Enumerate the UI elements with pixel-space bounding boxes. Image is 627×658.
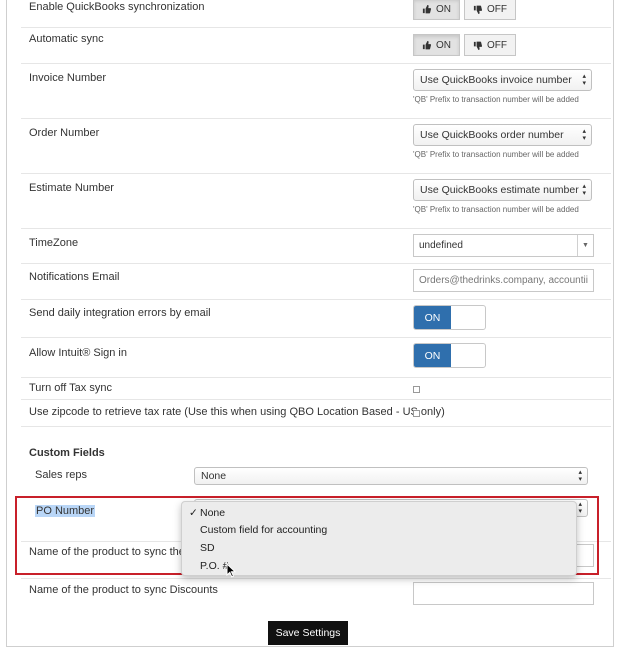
setting-row-timezone: TimeZone undefined ▼ xyxy=(21,228,611,264)
po-number-dropdown-menu: ✓ None Custom field for accounting SD P.… xyxy=(181,501,577,576)
dropdown-option-po[interactable]: P.O. # xyxy=(182,557,576,574)
auto-sync-off-button[interactable]: OFF xyxy=(464,34,516,56)
custom-fields-section: Custom Fields xyxy=(21,426,611,462)
custom-field-row-sales-reps: Sales reps None ▴ ▾ xyxy=(21,462,611,491)
setting-row-tax-sync: Turn off Tax sync xyxy=(21,377,611,400)
thumbs-down-icon xyxy=(473,41,482,50)
auto-sync-on-button[interactable]: ON xyxy=(413,34,460,56)
setting-row-notifications-email: Notifications Email Orders@thedrinks.com… xyxy=(21,263,611,300)
enable-sync-off-label: OFF xyxy=(487,3,507,15)
timezone-value: undefined xyxy=(419,240,463,251)
enable-sync-on-label: ON xyxy=(436,3,451,15)
estimate-number-hint: 'QB' Prefix to transaction number will b… xyxy=(413,205,579,214)
auto-sync-on-label: ON xyxy=(436,39,451,51)
custom-fields-title: Custom Fields xyxy=(29,447,105,459)
estimate-number-value: Use QuickBooks estimate number xyxy=(420,184,579,196)
order-number-hint: 'QB' Prefix to transaction number will b… xyxy=(413,150,579,159)
timezone-label: TimeZone xyxy=(29,237,79,249)
invoice-number-value: Use QuickBooks invoice number xyxy=(420,74,572,86)
tax-sync-checkbox[interactable] xyxy=(413,386,420,393)
zipcode-checkbox[interactable] xyxy=(413,410,420,417)
thumbs-down-icon xyxy=(473,5,482,14)
timezone-select[interactable]: undefined ▼ xyxy=(413,234,594,257)
daily-errors-switch[interactable]: ON xyxy=(413,305,486,330)
setting-row-enable-sync: Enable QuickBooks synchronization ON OFF xyxy=(21,0,611,28)
shipping-product-label: Name of the product to sync the Shi xyxy=(29,546,204,558)
mouse-cursor-icon xyxy=(226,563,236,578)
setting-row-auto-sync: Automatic sync ON OFF xyxy=(21,27,611,64)
tax-sync-label: Turn off Tax sync xyxy=(29,382,112,394)
auto-sync-off-label: OFF xyxy=(487,39,507,51)
thumbs-up-icon xyxy=(422,4,431,13)
select-arrows-icon: ▴ ▾ xyxy=(582,128,586,142)
dropdown-option-none[interactable]: ✓ None xyxy=(182,504,576,521)
po-number-label: PO Number xyxy=(35,505,96,517)
intuit-signin-switch[interactable]: ON xyxy=(413,343,486,368)
setting-row-order-number: Order Number Use QuickBooks order number… xyxy=(21,118,611,174)
daily-errors-label: Send daily integration errors by email xyxy=(29,307,211,319)
notifications-email-value: Orders@thedrinks.company, accountii xyxy=(419,275,588,286)
setting-row-daily-errors: Send daily integration errors by email O… xyxy=(21,299,611,338)
setting-row-zipcode: Use zipcode to retrieve tax rate (Use th… xyxy=(21,399,611,427)
invoice-number-hint: 'QB' Prefix to transaction number will b… xyxy=(413,95,579,104)
estimate-number-label: Estimate Number xyxy=(29,182,114,194)
sales-reps-value: None xyxy=(201,470,227,482)
invoice-number-label: Invoice Number xyxy=(29,72,107,84)
auto-sync-label: Automatic sync xyxy=(29,33,104,45)
select-arrows-icon: ▴ ▾ xyxy=(582,183,586,197)
notifications-email-input[interactable]: Orders@thedrinks.company, accountii xyxy=(413,269,594,292)
enable-sync-off-button[interactable]: OFF xyxy=(464,0,516,20)
order-number-select[interactable]: Use QuickBooks order number ▴ ▾ xyxy=(413,124,592,146)
dropdown-option-label: None xyxy=(200,506,226,519)
select-arrows-icon: ▴ ▾ xyxy=(578,469,582,483)
intuit-signin-switch-on: ON xyxy=(414,344,451,367)
check-icon: ✓ xyxy=(189,506,198,519)
order-number-value: Use QuickBooks order number xyxy=(420,129,564,141)
order-number-label: Order Number xyxy=(29,127,100,139)
dropdown-option-label: Custom field for accounting xyxy=(200,524,328,536)
intuit-signin-label: Allow Intuit® Sign in xyxy=(29,347,127,359)
dropdown-option-custom-field[interactable]: Custom field for accounting xyxy=(182,521,576,539)
dropdown-option-label: P.O. # xyxy=(200,559,229,572)
sales-reps-select[interactable]: None ▴ ▾ xyxy=(194,467,588,485)
discounts-product-input[interactable] xyxy=(413,582,594,605)
discounts-product-label: Name of the product to sync Discounts xyxy=(29,584,218,596)
invoice-number-select[interactable]: Use QuickBooks invoice number ▴ ▾ xyxy=(413,69,592,91)
enable-sync-label: Enable QuickBooks synchronization xyxy=(29,1,205,13)
select-arrows-icon: ▴ ▾ xyxy=(578,501,582,515)
daily-errors-switch-on: ON xyxy=(414,306,451,329)
enable-sync-on-button[interactable]: ON xyxy=(413,0,460,20)
chevron-down-icon: ▼ xyxy=(577,235,593,256)
dropdown-option-label: SD xyxy=(200,542,215,554)
custom-field-row-discounts: Name of the product to sync Discounts xyxy=(21,578,611,614)
estimate-number-select[interactable]: Use QuickBooks estimate number ▴ ▾ xyxy=(413,179,592,201)
save-settings-button[interactable]: Save Settings xyxy=(268,621,348,645)
notifications-email-label: Notifications Email xyxy=(29,271,120,283)
zipcode-label: Use zipcode to retrieve tax rate (Use th… xyxy=(29,406,445,418)
setting-row-invoice-number: Invoice Number Use QuickBooks invoice nu… xyxy=(21,63,611,119)
thumbs-up-icon xyxy=(422,40,431,49)
sales-reps-label: Sales reps xyxy=(35,469,87,481)
select-arrows-icon: ▴ ▾ xyxy=(582,73,586,87)
setting-row-intuit-signin: Allow Intuit® Sign in ON xyxy=(21,337,611,378)
dropdown-option-sd[interactable]: SD xyxy=(182,539,576,557)
setting-row-estimate-number: Estimate Number Use QuickBooks estimate … xyxy=(21,173,611,229)
